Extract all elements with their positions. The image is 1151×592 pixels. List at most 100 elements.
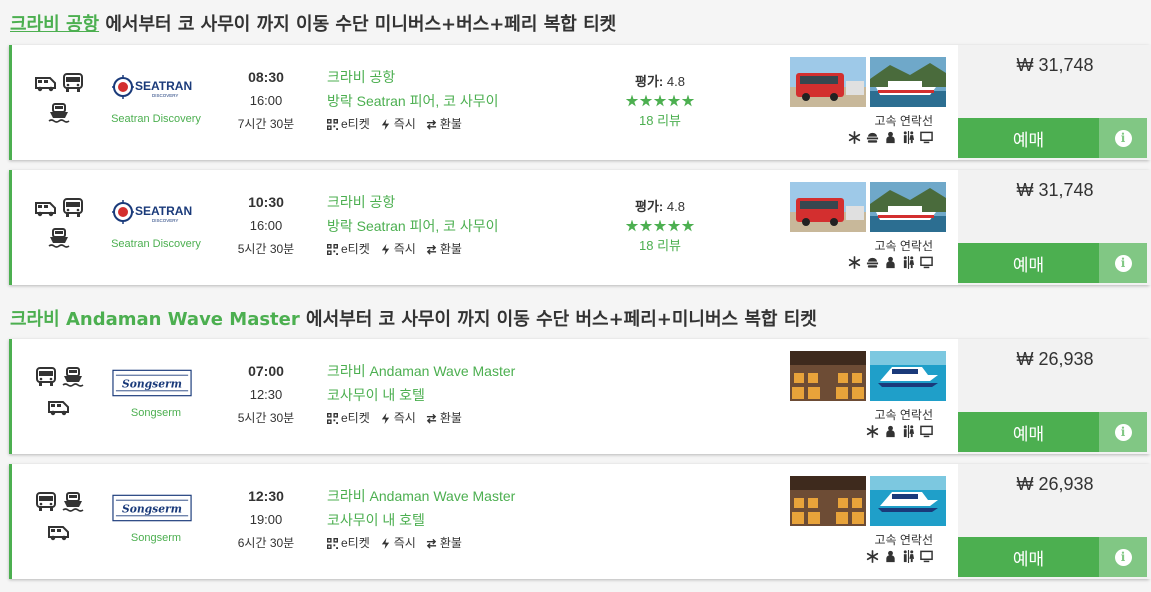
eticket-feature: e티켓 [327,238,370,260]
snowflake-icon [866,550,879,563]
book-button[interactable]: 예매 [958,537,1099,577]
bolt-icon [380,244,391,255]
section-title-text: 에서부터 코 사무이 까지 이동 수단 버스+페리+미니버스 복합 티켓 [299,309,817,330]
instant-label: 즉시 [393,536,416,550]
svg-text:DISCOVERY: DISCOVERY [152,93,178,98]
info-button[interactable]: i [1099,118,1147,158]
star-icon [639,219,653,232]
swap-icon [426,538,437,549]
reviews-link[interactable]: 18 리뷰 [612,236,708,256]
van-icon [35,198,57,218]
food-icon [866,131,879,144]
vehicle-photos [790,57,946,107]
from-stop[interactable]: 크라비 공항 [327,65,607,89]
book-button[interactable]: 예매 [958,243,1099,283]
amenities [866,425,933,438]
instant-label: 즉시 [393,117,416,131]
from-stop[interactable]: 크라비 Andaman Wave Master [327,359,607,383]
origin-link[interactable]: 크라비 공항 [10,14,99,35]
tv-icon [920,550,933,563]
operator-name[interactable]: Songserm [96,407,216,419]
ferry-icon [62,492,84,512]
person-icon [884,256,897,269]
price-box: ₩ 26,938 예매 i [958,339,1151,454]
operator-name[interactable]: Seatran Discovery [96,238,216,250]
eticket-feature: e티켓 [327,113,370,135]
instant-feature: 즉시 [380,532,416,554]
to-stop[interactable]: 방락 Seatran 피어, 코 사무이 [327,89,607,113]
transport-modes [32,367,84,423]
svg-text:DISCOVERY: DISCOVERY [152,218,178,223]
info-button[interactable]: i [1099,243,1147,283]
van-icon [35,73,57,93]
ferry-photo[interactable] [870,476,946,526]
vehicle-photos [790,182,946,232]
refund-feature: 환불 [426,532,462,554]
restroom-icon [902,550,915,563]
ticket-features: e티켓 즉시 환불 [327,407,607,429]
trip-times: 12:30 19:00 6시간 30분 [222,484,310,554]
operator-name[interactable]: Songserm [96,532,216,544]
trip-card: SEATRAN DISCOVERY Seatran Discovery 10:3… [9,170,1151,285]
reviews-link[interactable]: 18 리뷰 [612,111,708,131]
bus-photo[interactable] [790,57,866,107]
bus-photo[interactable] [790,182,866,232]
price-box: ₩ 26,938 예매 i [958,464,1151,579]
star-icon [653,94,667,107]
songserm-logo: Songserm [112,369,192,397]
refund-feature: 환불 [426,238,462,260]
svg-text:SEATRAN: SEATRAN [135,79,192,93]
instant-feature: 즉시 [380,113,416,135]
snowflake-icon [848,131,861,144]
rating: 평가: 4.8 18 리뷰 [612,198,708,256]
ferry-icon [62,367,84,387]
ferry-photo[interactable] [870,351,946,401]
to-stop[interactable]: 방락 Seatran 피어, 코 사무이 [327,214,607,238]
operator-name[interactable]: Seatran Discovery [96,113,216,125]
eticket-feature: e티켓 [327,407,370,429]
ticket-features: e티켓 즉시 환불 [327,532,607,554]
to-stop[interactable]: 코사무이 내 호텔 [327,508,607,532]
price: ₩ 26,938 [1016,349,1094,369]
eticket-feature: e티켓 [327,532,370,554]
departure-time: 07:00 [248,363,284,379]
snowflake-icon [866,425,879,438]
trip-duration: 6시간 30분 [237,536,295,550]
to-stop[interactable]: 코사무이 내 호텔 [327,383,607,407]
qr-icon [327,538,338,549]
seatran-logo: SEATRAN DISCOVERY [112,200,192,224]
trip-times: 07:00 12:30 5시간 30분 [222,359,310,429]
arrival-time: 16:00 [249,93,283,108]
origin-pier[interactable]: Andaman Wave Master [66,309,300,330]
rating-label: 평가: [635,74,664,89]
ferry-icon [48,103,70,123]
ferry-photo[interactable] [870,182,946,232]
swap-icon [426,413,437,424]
bus-icon [35,492,57,512]
vehicle-class: 고속 연락선 [874,239,933,253]
origin-city: 크라비 [10,309,66,330]
bus-interior-photo[interactable] [790,476,866,526]
info-button[interactable]: i [1099,537,1147,577]
arrival-time: 16:00 [249,218,283,233]
qr-icon [327,413,338,424]
book-button[interactable]: 예매 [958,118,1099,158]
bus-icon [35,367,57,387]
person-icon [884,131,897,144]
tv-icon [920,256,933,269]
ferry-photo[interactable] [870,57,946,107]
trip-times: 08:30 16:00 7시간 30분 [222,65,310,135]
from-stop[interactable]: 크라비 공항 [327,190,607,214]
section-title-krabi-airport: 크라비 공항 에서부터 코 사무이 까지 이동 수단 미니버스+버스+페리 복합… [10,10,616,36]
bolt-icon [380,538,391,549]
vehicle-class: 고속 연락선 [874,533,933,547]
info-button[interactable]: i [1099,412,1147,452]
section-title-text: 에서부터 코 사무이 까지 이동 수단 미니버스+버스+페리 복합 티켓 [99,14,617,35]
book-button[interactable]: 예매 [958,412,1099,452]
swap-icon [426,119,437,130]
amenities [866,550,933,563]
trip-times: 10:30 16:00 5시간 30분 [222,190,310,260]
from-stop[interactable]: 크라비 Andaman Wave Master [327,484,607,508]
bus-interior-photo[interactable] [790,351,866,401]
star-icon [681,219,695,232]
